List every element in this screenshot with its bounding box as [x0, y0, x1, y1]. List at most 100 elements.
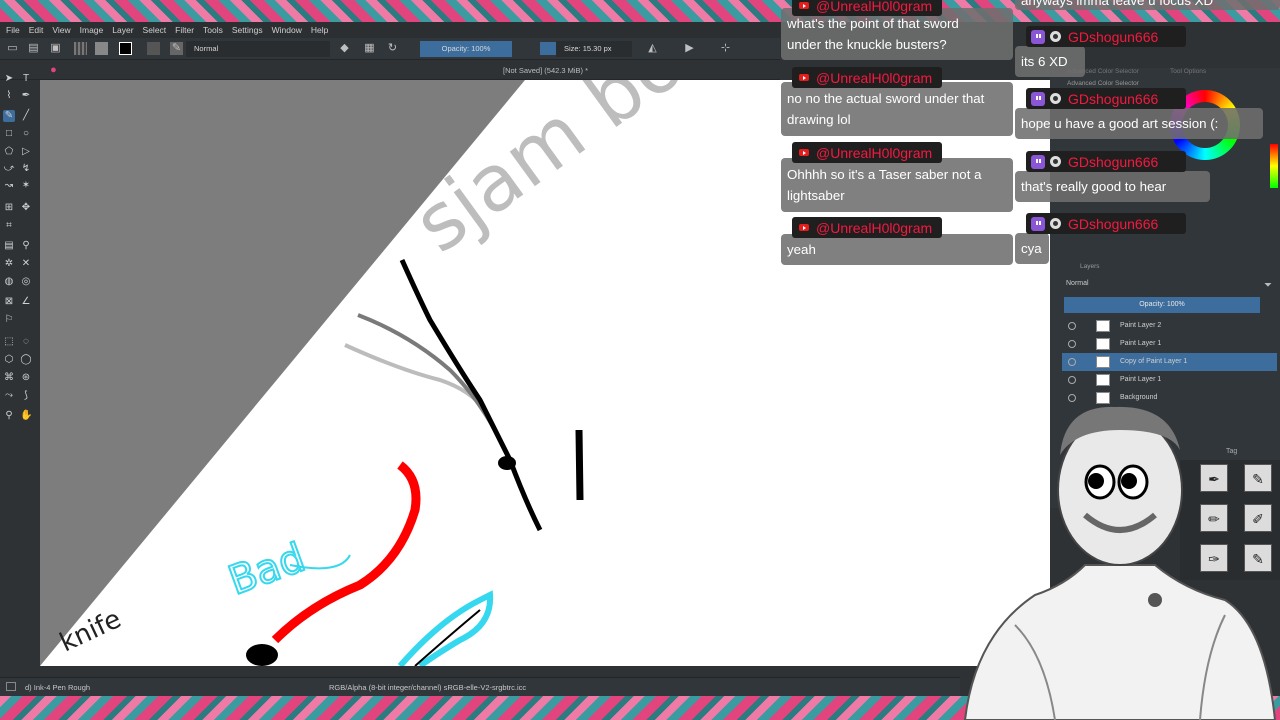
measure-tool-icon[interactable]: ∠	[20, 296, 32, 308]
calligraphy-tool-icon[interactable]: ✒	[20, 90, 32, 102]
size-slider[interactable]: Size: 15.30 px	[556, 41, 632, 57]
menu-select[interactable]: Select	[143, 25, 167, 35]
text-tool-icon[interactable]: T	[20, 73, 32, 85]
save-icon[interactable]: ▣	[49, 42, 62, 55]
blend-mode-select[interactable]: Normal	[186, 41, 330, 57]
chat-text-line: no no the actual sword under that	[787, 91, 985, 106]
brush-preset-icon[interactable]: ✎	[170, 42, 183, 55]
menu-tools[interactable]: Tools	[203, 25, 223, 35]
alpha-lock-icon[interactable]: ▦	[363, 42, 376, 55]
chat-username-tag: @UnrealH0l0gram	[792, 67, 942, 88]
bot-badge-icon	[1050, 93, 1061, 104]
menu-settings[interactable]: Settings	[232, 25, 263, 35]
select-shapes-tool-icon[interactable]: ➤	[3, 73, 15, 85]
pan-tool-icon[interactable]: ✋	[20, 410, 32, 422]
filter-icon[interactable]: ⏷	[1264, 280, 1272, 291]
menu-edit[interactable]: Edit	[29, 25, 44, 35]
chat-text-line: lightsaber	[787, 188, 845, 203]
reference-tool-icon[interactable]: ⚐	[3, 314, 15, 326]
chat-text-line: its 6 XD	[1021, 54, 1068, 69]
eraser-icon[interactable]: ◆	[338, 42, 351, 55]
rect-select-tool-icon[interactable]: ⬚	[3, 336, 15, 348]
gradient-icon[interactable]	[74, 42, 87, 55]
tab-tool-options[interactable]: Tool Options	[1170, 68, 1206, 75]
visibility-icon[interactable]	[1068, 376, 1076, 384]
tool-options-bar: ▭ ▤ ▣ ✎ Normal ◆ ▦ ↻ Opacity: 100% Size:…	[0, 38, 780, 60]
zoom-tool-icon[interactable]: ⚲	[3, 410, 15, 422]
similar-select-tool-icon[interactable]: ⊛	[20, 372, 32, 384]
menu-filter[interactable]: Filter	[175, 25, 194, 35]
menu-file[interactable]: File	[6, 25, 20, 35]
layer-name: Paint Layer 2	[1120, 322, 1162, 329]
assistant-tool-icon[interactable]: ⊠	[3, 296, 15, 308]
rectangle-tool-icon[interactable]: □	[3, 128, 15, 140]
dynamic-brush-tool-icon[interactable]: ↝	[3, 180, 15, 192]
reload-icon[interactable]: ↻	[386, 42, 399, 55]
line-tool-icon[interactable]: ╱	[20, 110, 32, 122]
document-title: [Not Saved] (542.3 MiB) *	[503, 66, 589, 75]
bezier-tool-icon[interactable]: ⤻	[3, 163, 15, 175]
layer-thumbnail	[1096, 374, 1110, 386]
fill-tool-icon[interactable]: ◍	[3, 276, 15, 288]
color-selector-title: Advanced Color Selector	[1067, 80, 1139, 87]
wrap-icon[interactable]: ▶	[683, 42, 696, 55]
status-bar: d) Ink-4 Pen Rough RGB/Alpha (8-bit inte…	[0, 677, 960, 696]
visibility-icon[interactable]	[1068, 340, 1076, 348]
chat-username: GDshogun666	[1068, 28, 1159, 45]
mirror-icon[interactable]: ◭	[646, 42, 659, 55]
layer-row-selected[interactable]: Copy of Paint Layer 1	[1062, 353, 1277, 371]
menu-view[interactable]: View	[52, 25, 70, 35]
move-tool-icon[interactable]: ✥	[20, 202, 32, 214]
menu-image[interactable]: Image	[80, 25, 104, 35]
colorize-mask-tool-icon[interactable]: ✲	[3, 258, 15, 270]
polygon-tool-icon[interactable]: ⬠	[3, 146, 15, 158]
fill-swatch[interactable]	[147, 42, 160, 55]
magnetic-select-tool-icon[interactable]: ⟆	[20, 390, 32, 402]
chat-text-line: yeah	[787, 242, 816, 257]
status-color-space: RGB/Alpha (8-bit integer/channel) sRGB-e…	[329, 683, 527, 692]
layer-row[interactable]: Paint Layer 2	[1062, 317, 1277, 335]
black-stroke-short	[575, 429, 584, 501]
ellipse-select-tool-icon[interactable]: ◌	[20, 336, 32, 348]
bezier-select-tool-icon[interactable]: ⤳	[3, 390, 15, 402]
layers-blend-mode[interactable]: Normal	[1066, 280, 1089, 287]
crop-tool-icon[interactable]: ⌗	[3, 220, 15, 232]
contiguous-select-tool-icon[interactable]: ⌘	[3, 372, 15, 384]
new-file-icon[interactable]: ▭	[6, 42, 19, 55]
black-blob	[498, 456, 516, 470]
layer-name: Copy of Paint Layer 1	[1120, 358, 1188, 365]
crop-icon[interactable]: ⊹	[719, 42, 732, 55]
enclose-fill-tool-icon[interactable]: ◎	[20, 276, 32, 288]
foreground-color-swatch[interactable]	[119, 42, 132, 55]
freehand-brush-tool-icon[interactable]: ✎	[3, 110, 15, 122]
freehand-path-tool-icon[interactable]: ↯	[20, 163, 32, 175]
layer-row[interactable]: Paint Layer 1	[1062, 371, 1277, 389]
chat-username: @UnrealH0l0gram	[816, 0, 933, 14]
menu-window[interactable]: Window	[272, 25, 302, 35]
gradient-tool-icon[interactable]: ▤	[3, 240, 15, 252]
pattern-icon[interactable]	[95, 42, 108, 55]
transform-tool-icon[interactable]: ⊞	[3, 202, 15, 214]
edit-shapes-tool-icon[interactable]: ⌇	[3, 90, 15, 102]
freehand-select-tool-icon[interactable]: ◯	[20, 354, 32, 366]
visibility-icon[interactable]	[1068, 358, 1076, 366]
visibility-icon[interactable]	[1068, 322, 1076, 330]
polygon-select-tool-icon[interactable]: ⬡	[3, 354, 15, 366]
chat-username-tag: GDshogun666	[1026, 26, 1186, 47]
webcam-avatar	[955, 395, 1280, 720]
chat-text-line: that's really good to hear	[1021, 179, 1167, 194]
opacity-slider[interactable]: Opacity: 100%	[420, 41, 512, 57]
menu-layer[interactable]: Layer	[112, 25, 133, 35]
menu-help[interactable]: Help	[311, 25, 328, 35]
color-picker-tool-icon[interactable]: ⚲	[20, 240, 32, 252]
open-icon[interactable]: ▤	[27, 42, 40, 55]
layers-opacity-slider[interactable]: Opacity: 100%	[1064, 297, 1260, 313]
ellipse-tool-icon[interactable]: ○	[20, 128, 32, 140]
layer-thumbnail	[1096, 356, 1110, 368]
layer-row[interactable]: Paint Layer 1	[1062, 335, 1277, 353]
smart-patch-tool-icon[interactable]: ✕	[20, 258, 32, 270]
polyline-tool-icon[interactable]: ▷	[20, 146, 32, 158]
color-strip[interactable]	[1270, 144, 1278, 188]
multibrush-tool-icon[interactable]: ✶	[20, 180, 32, 192]
krita-logo-icon: ●	[50, 64, 57, 76]
